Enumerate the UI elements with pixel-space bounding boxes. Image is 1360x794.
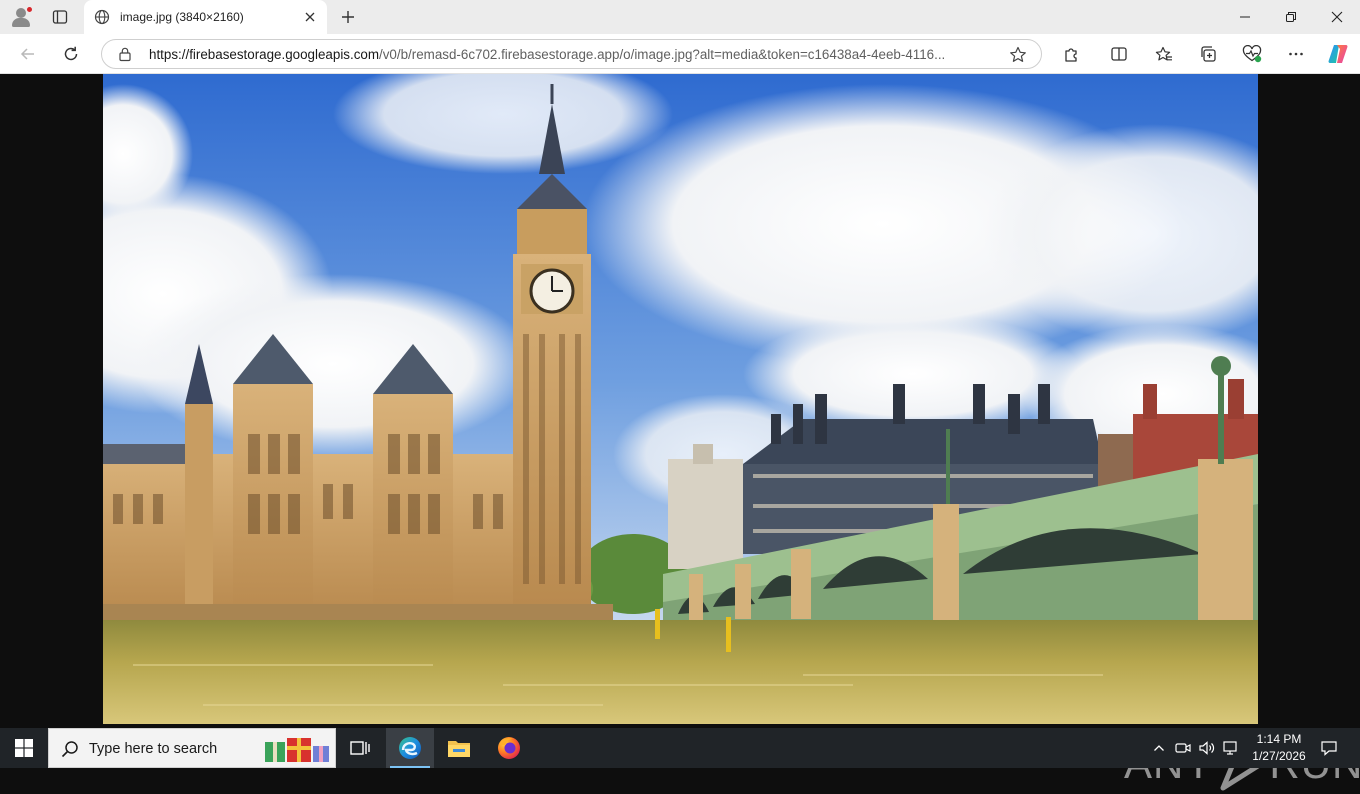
- taskbar-file-explorer[interactable]: [435, 728, 483, 768]
- windows-logo-icon: [15, 739, 33, 757]
- close-window-button[interactable]: [1314, 0, 1360, 34]
- start-button[interactable]: [0, 728, 48, 768]
- browser-essentials-button[interactable]: [1238, 41, 1266, 67]
- network-button[interactable]: [1220, 728, 1242, 768]
- search-icon: [61, 741, 78, 758]
- speaker-icon: [1199, 741, 1215, 755]
- collections-icon: [1201, 46, 1216, 62]
- browser-tab-active[interactable]: image.jpg (3840×2160): [84, 0, 327, 34]
- folder-icon: [448, 741, 470, 757]
- settings-menu-button[interactable]: [1282, 41, 1310, 67]
- minimize-button[interactable]: [1222, 0, 1268, 34]
- refresh-button[interactable]: [57, 41, 85, 67]
- lock-icon[interactable]: [117, 46, 133, 62]
- refresh-icon: [64, 46, 78, 61]
- notification-icon: [1321, 741, 1337, 756]
- close-tab-icon[interactable]: [302, 9, 318, 25]
- favorites-icon: [1155, 46, 1172, 61]
- restore-button[interactable]: [1268, 0, 1314, 34]
- close-icon: [1331, 11, 1343, 23]
- taskbar-firefox[interactable]: [485, 728, 533, 768]
- url-path: /v0/b/remasd-6c702.firebasestorage.app/o…: [379, 47, 946, 62]
- meet-now-button[interactable]: [1172, 728, 1194, 768]
- restore-icon: [1286, 12, 1296, 22]
- collections-button[interactable]: [1194, 41, 1222, 67]
- taskbar-clock[interactable]: 1:14 PM 1/27/2026: [1244, 731, 1314, 765]
- back-button[interactable]: [14, 41, 42, 67]
- globe-icon: [94, 9, 110, 25]
- clock-date: 1/27/2026: [1252, 749, 1306, 763]
- split-screen-button[interactable]: [1105, 41, 1133, 67]
- puzzle-icon: [1065, 48, 1077, 62]
- profile-icon[interactable]: [9, 5, 33, 29]
- favorites-button[interactable]: [1150, 41, 1178, 67]
- page-viewport: ANY RUN: [4, 74, 1360, 791]
- show-hidden-icons-button[interactable]: [1148, 728, 1170, 768]
- firefox-icon: [498, 737, 520, 759]
- chevron-up-icon: [1154, 745, 1164, 751]
- copilot-icon: [1328, 45, 1348, 63]
- plus-icon: [342, 11, 354, 23]
- westminster-photo: [103, 74, 1258, 724]
- displayed-image[interactable]: [103, 74, 1258, 724]
- browser-toolbar: https://firebasestorage.googleapis.com/v…: [0, 34, 1360, 74]
- task-view-icon: [350, 741, 370, 755]
- url-text[interactable]: https://firebasestorage.googleapis.com/v…: [149, 47, 989, 62]
- tab-title: image.jpg (3840×2160): [120, 10, 244, 24]
- task-view-button[interactable]: [336, 728, 384, 768]
- star-icon[interactable]: [1008, 45, 1028, 65]
- network-icon: [1223, 741, 1237, 755]
- search-placeholder: Type here to search: [89, 741, 218, 757]
- heart-pulse-icon: [1242, 45, 1262, 63]
- notifications-button[interactable]: [1314, 728, 1344, 768]
- minimize-icon: [1240, 16, 1250, 18]
- ellipsis-icon: [1289, 52, 1303, 56]
- taskbar-edge[interactable]: [386, 728, 434, 768]
- volume-button[interactable]: [1196, 728, 1218, 768]
- copilot-button[interactable]: [1324, 41, 1352, 67]
- address-bar[interactable]: https://firebasestorage.googleapis.com/v…: [101, 39, 1042, 69]
- clock-time: 1:14 PM: [1256, 732, 1302, 746]
- split-screen-icon: [1111, 47, 1127, 61]
- taskbar-search-box[interactable]: Type here to search: [48, 728, 336, 768]
- new-tab-button[interactable]: [336, 5, 360, 29]
- windows-taskbar: Type here to search 1:14 PM 1/27/2026: [0, 728, 1360, 768]
- edge-icon: [399, 737, 421, 759]
- back-arrow-icon: [20, 48, 34, 60]
- camera-icon: [1175, 743, 1191, 753]
- url-host: https://firebasestorage.googleapis.com: [149, 47, 380, 62]
- tab-actions-icon[interactable]: [46, 5, 74, 29]
- tab-strip: image.jpg (3840×2160): [0, 0, 1360, 34]
- search-highlight-gifts-icon: [265, 738, 329, 762]
- extensions-button[interactable]: [1057, 41, 1085, 67]
